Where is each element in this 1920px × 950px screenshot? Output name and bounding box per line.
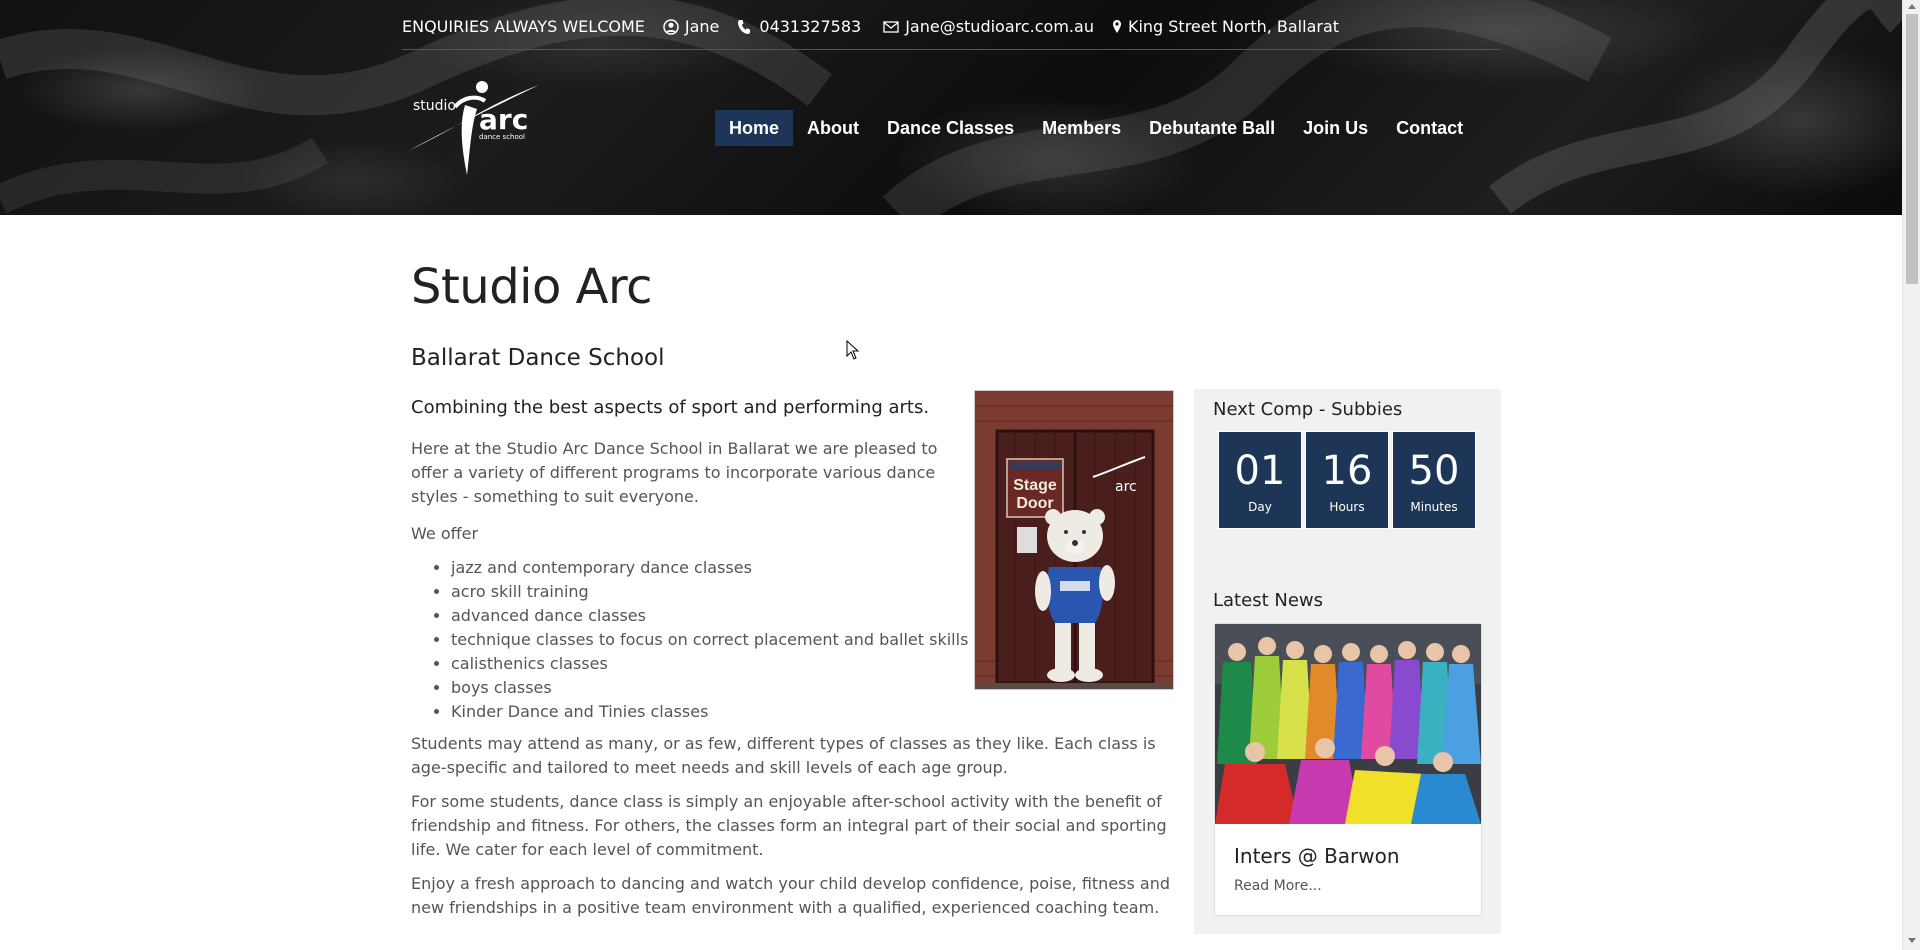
list-item: technique classes to focus on correct pl… (451, 628, 968, 652)
location-text: King Street North, Ballarat (1127, 17, 1340, 36)
nav-dance-classes[interactable]: Dance Classes (873, 110, 1028, 146)
paragraph-commitment: For some students, dance class is simply… (411, 792, 1167, 859)
enquiries-text: ENQUIRIES ALWAYS WELCOME (402, 17, 645, 36)
email-link[interactable]: Jane@studioarc.com.au (883, 17, 1094, 36)
news-photo[interactable] (1215, 624, 1481, 824)
map-marker-icon (1112, 19, 1122, 35)
paragraph-attendance: Students may attend as many, or as few, … (411, 734, 1156, 777)
countdown-timer: 01 Day 16 Hours 50 Minutes (1218, 431, 1476, 529)
news-title[interactable]: Inters @ Barwon (1234, 844, 1400, 868)
contact-person: Jane (663, 17, 720, 36)
read-more-link[interactable]: Read More... (1234, 878, 1322, 894)
contact-bar: ENQUIRIES ALWAYS WELCOME Jane 0431327583… (402, 14, 1501, 50)
countdown-minutes: 50 Minutes (1392, 431, 1476, 529)
logo-arc-text: arc (479, 103, 528, 136)
news-card[interactable]: Inters @ Barwon Read More... (1214, 623, 1482, 916)
stage-sign-line2: Door (1016, 495, 1053, 512)
main-nav: Home About Dance Classes Members Debutan… (715, 110, 1477, 146)
scroll-down-arrow-icon[interactable] (1908, 938, 1916, 943)
location: King Street North, Ballarat (1112, 17, 1339, 36)
list-item: boys classes (451, 676, 968, 700)
offerings-list: jazz and contemporary dance classes acro… (451, 556, 968, 724)
countdown-hours: 16 Hours (1305, 431, 1389, 529)
logo-studio-text: studio (413, 98, 456, 114)
countdown-hours-label: Hours (1329, 500, 1365, 514)
user-circle-icon (663, 18, 679, 35)
page-title: Studio Arc (411, 259, 653, 315)
nav-home[interactable]: Home (715, 110, 794, 146)
paragraph-approach: Enjoy a fresh approach to dancing and wa… (411, 874, 1171, 917)
countdown-hours-value: 16 (1321, 448, 1373, 494)
countdown-days-label: Day (1248, 500, 1272, 514)
phone-link[interactable]: 0431327583 (737, 17, 861, 36)
list-item: jazz and contemporary dance classes (451, 556, 968, 580)
site-logo[interactable]: studio arc dance school (407, 75, 542, 180)
contact-name: Jane (684, 17, 720, 36)
list-item: advanced dance classes (451, 604, 968, 628)
email-address: Jane@studioarc.com.au (905, 17, 1094, 36)
intro-paragraph: Here at the Studio Arc Dance School in B… (411, 439, 938, 506)
logo-school-text: dance school (479, 133, 525, 141)
list-item: acro skill training (451, 580, 968, 604)
nav-debutante-ball[interactable]: Debutante Ball (1135, 110, 1289, 146)
stage-sign-line1: Stage (1013, 477, 1057, 494)
dancers-group-photo (1215, 624, 1481, 824)
countdown-minutes-value: 50 (1408, 448, 1460, 494)
countdown-minutes-label: Minutes (1410, 500, 1458, 514)
countdown-days: 01 Day (1218, 431, 1302, 529)
phone-number: 0431327583 (759, 17, 862, 36)
latest-news-title: Latest News (1213, 590, 1323, 611)
mouse-cursor-icon (846, 339, 860, 364)
we-offer-label: We offer (411, 524, 479, 543)
page-scrollbar[interactable] (1902, 0, 1920, 950)
list-item: calisthenics classes (451, 652, 968, 676)
studio-arc-logo-mark: studio arc dance school (410, 81, 539, 175)
main-content: Studio Arc Ballarat Dance School Combini… (411, 215, 1176, 917)
stage-door-photo: Stage Door arc (974, 390, 1174, 690)
countdown-days-value: 01 (1234, 448, 1286, 494)
page-subtitle: Ballarat Dance School (411, 345, 665, 371)
nav-about[interactable]: About (793, 110, 873, 146)
sidebar: Next Comp - Subbies 01 Day 16 Hours 50 M… (1194, 389, 1501, 934)
list-item: Kinder Dance and Tinies classes (451, 700, 968, 724)
nav-members[interactable]: Members (1028, 110, 1135, 146)
scrollbar-thumb[interactable] (1906, 14, 1918, 284)
stage-door-illustration: Stage Door arc (975, 391, 1173, 689)
nav-contact[interactable]: Contact (1382, 110, 1477, 146)
door-arc-text: arc (1115, 479, 1137, 495)
phone-icon (737, 19, 753, 35)
envelope-icon (883, 19, 899, 35)
site-header: ENQUIRIES ALWAYS WELCOME Jane 0431327583… (0, 0, 1902, 215)
nav-join-us[interactable]: Join Us (1289, 110, 1382, 146)
enquiries-label: ENQUIRIES ALWAYS WELCOME (402, 17, 645, 36)
next-comp-title: Next Comp - Subbies (1213, 399, 1403, 420)
scroll-up-arrow-icon[interactable] (1908, 4, 1916, 9)
